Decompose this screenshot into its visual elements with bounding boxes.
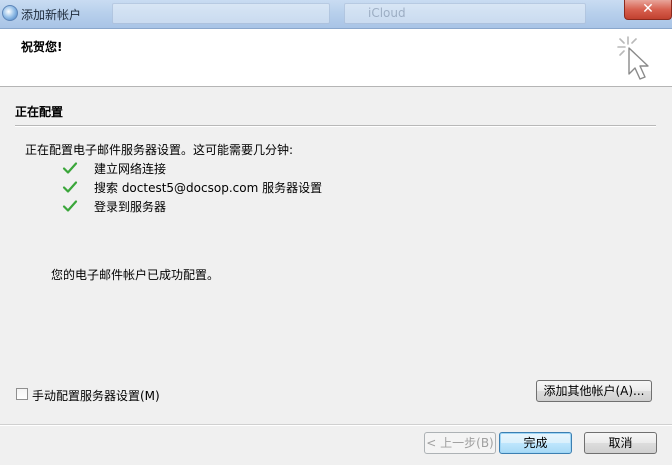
step-label: 建立网络连接	[94, 162, 167, 176]
section-title: 正在配置	[15, 105, 64, 119]
back-button[interactable]: < 上一步(B)	[424, 432, 496, 454]
section-divider	[15, 125, 656, 127]
window-title: 添加新帐户	[21, 8, 82, 22]
success-message: 您的电子邮件帐户已成功配置。	[51, 268, 220, 282]
click-cursor-icon	[617, 36, 649, 80]
check-icon	[62, 200, 78, 212]
finish-button[interactable]: 完成	[499, 432, 572, 454]
background-window-ghost	[112, 3, 330, 24]
step-label: 搜索 doctest5@docsop.com 服务器设置	[94, 181, 323, 195]
close-button[interactable]: ✕	[624, 0, 672, 20]
cancel-button[interactable]: 取消	[584, 432, 657, 454]
outlook-app-icon	[2, 5, 18, 21]
footer-divider	[0, 424, 672, 426]
manual-config-checkbox[interactable]	[16, 388, 28, 400]
page-title: 祝贺您!	[21, 40, 63, 54]
header-banner: 祝贺您!	[0, 29, 672, 87]
configuring-intro: 正在配置电子邮件服务器设置。这可能需要几分钟:	[25, 143, 294, 157]
check-icon	[62, 162, 78, 174]
manual-config-label[interactable]: 手动配置服务器设置(M)	[32, 387, 160, 404]
add-other-account-button[interactable]: 添加其他帐户(A)...	[536, 380, 652, 402]
background-window-title: iCloud	[368, 6, 406, 20]
title-bar[interactable]: 添加新帐户 iCloud ✕	[0, 0, 672, 29]
check-icon	[62, 181, 78, 193]
close-icon: ✕	[642, 1, 654, 17]
step-label: 登录到服务器	[94, 200, 167, 214]
add-account-dialog: 添加新帐户 iCloud ✕ 祝贺您! 正在配置 正在配置电子邮件服务器设置。这…	[0, 0, 672, 465]
